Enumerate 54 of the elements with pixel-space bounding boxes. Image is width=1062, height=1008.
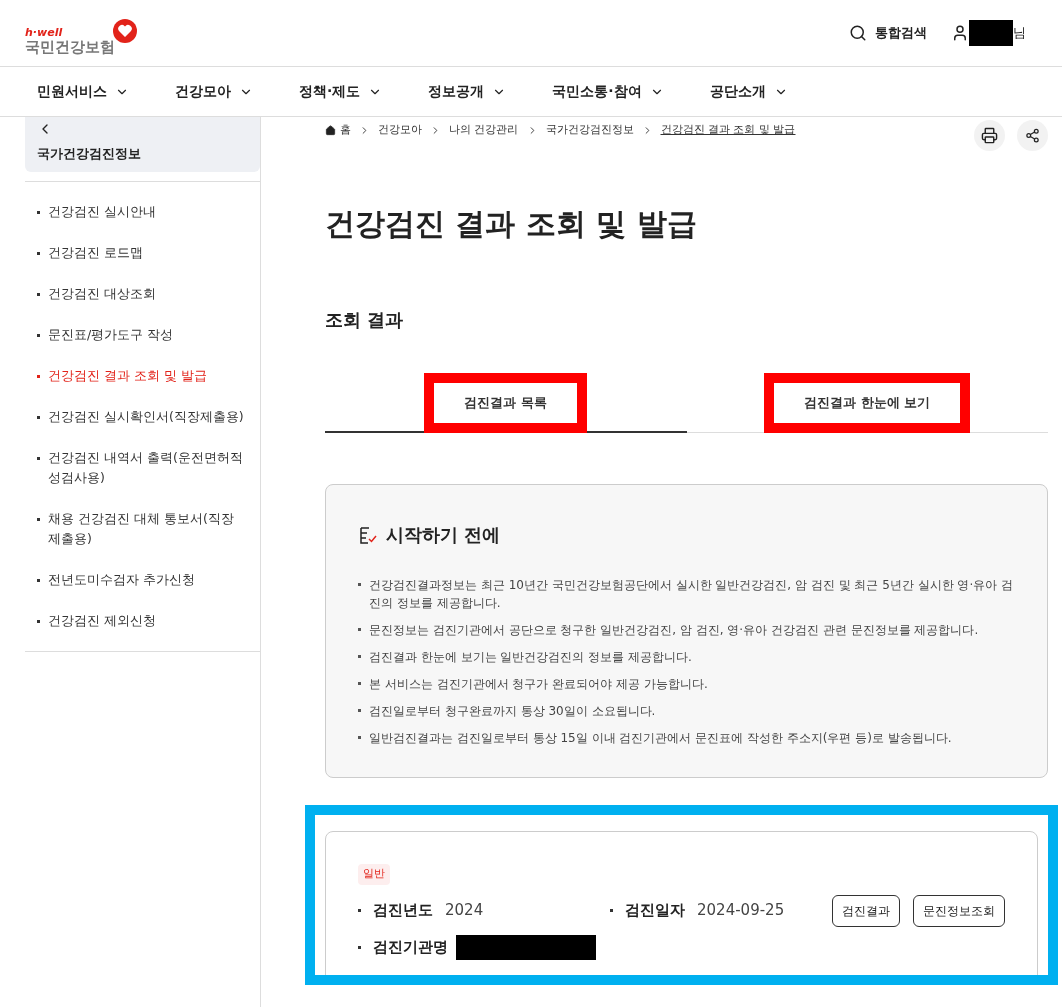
share-button[interactable] bbox=[1017, 120, 1048, 151]
nav-menu-item[interactable]: 국민소통·참여 bbox=[552, 81, 664, 102]
field-label: 검진년도 bbox=[373, 900, 433, 922]
sidebar-item[interactable]: 건강검진 내역서 출력(운전면허적성검사용) bbox=[25, 448, 260, 488]
sidebar-item[interactable]: 전년도미수검자 추가신청 bbox=[25, 570, 260, 590]
sidebar-item[interactable]: 건강검진 실시안내 bbox=[25, 202, 260, 222]
section-title: 조회 결과 bbox=[325, 308, 405, 332]
notice-text: 문진정보는 검진기관에서 공단으로 청구한 일반건강검진, 암 검진, 영·유아 건강검진 관련 문진정보를 제공합니다. bbox=[358, 621, 1015, 639]
search-button[interactable]: 통합검색 bbox=[849, 23, 927, 43]
notice-text: 본 서비스는 검진기관에서 청구가 완료되어야 제공 가능합니다. bbox=[358, 675, 1015, 693]
field-label: 검진일자 bbox=[625, 900, 685, 922]
bullet-icon bbox=[358, 945, 361, 949]
result-button[interactable]: 검진결과 bbox=[832, 894, 900, 927]
bullet-icon bbox=[610, 909, 613, 912]
logo[interactable]: h·well 국민건강보험 bbox=[25, 11, 137, 55]
sidebar-item[interactable]: 건강검진 제외신청 bbox=[25, 611, 260, 631]
notice-text: 검진결과 한눈에 보기는 일반건강검진의 정보를 제공합니다. bbox=[358, 648, 1015, 666]
sidebar-item[interactable]: 건강검진 대상조회 bbox=[25, 284, 260, 304]
sidebar-item[interactable]: 건강검진 실시확인서(직장제출용) bbox=[25, 407, 260, 427]
user-icon bbox=[951, 24, 969, 42]
breadcrumb-link[interactable]: 국가건강검진정보 bbox=[545, 122, 634, 139]
nav-menu-item[interactable]: 건강모아 bbox=[175, 81, 253, 102]
user-menu[interactable]: 님 bbox=[951, 20, 1026, 46]
sidebar-item[interactable]: 채용 건강검진 대체 통보서(직장제출용) bbox=[25, 509, 260, 549]
category-tag: 일반 bbox=[358, 864, 390, 885]
page-title: 건강검진 결과 조회 및 발급 bbox=[325, 205, 698, 243]
sidebar-item[interactable]: 건강검진 로드맵 bbox=[25, 243, 260, 263]
field-value: 2024 bbox=[445, 900, 484, 922]
field-value: 2024-09-25 bbox=[697, 900, 785, 922]
printer-icon bbox=[981, 127, 998, 144]
tab[interactable]: 검진결과 목록 bbox=[325, 373, 687, 433]
nav-menu-item[interactable]: 정보공개 bbox=[428, 81, 507, 102]
breadcrumb-link[interactable]: 나의 건강관리 bbox=[449, 122, 519, 139]
field-label: 검진기관명 bbox=[373, 936, 448, 958]
sidebar-item[interactable]: 건강검진 결과 조회 및 발급 bbox=[25, 366, 260, 386]
nav-menu-item[interactable]: 민원서비스 bbox=[37, 81, 129, 102]
nav-menu-item[interactable]: 정책·제도 bbox=[299, 81, 383, 102]
checklist-icon bbox=[358, 524, 378, 545]
search-icon bbox=[849, 24, 867, 42]
print-button[interactable] bbox=[974, 120, 1005, 151]
result-button[interactable]: 문진정보조회 bbox=[913, 894, 1005, 927]
breadcrumb-link[interactable]: 건강모아 bbox=[378, 122, 422, 139]
notice-text: 검진일로부터 청구완료까지 통상 30일이 소요됩니다. bbox=[358, 702, 1015, 720]
bullet-icon bbox=[358, 909, 361, 912]
sidebar-item[interactable]: 문진표/평가도구 작성 bbox=[25, 325, 260, 345]
breadcrumb-link[interactable]: 건강검진 결과 조회 및 발급 bbox=[660, 122, 796, 139]
notice-text: 건강검진결과정보는 최근 10년간 국민건강보험공단에서 실시한 일반건강검진, 암 검진 및 최근 5년간 실시한 영·유아 검진의 정보를 제공합니다. bbox=[358, 576, 1015, 612]
sidebar-title: 국가건강검진정보 bbox=[37, 145, 142, 163]
notice-title: 시작하기 전에 bbox=[386, 523, 501, 547]
home-icon bbox=[325, 124, 336, 136]
notice-text: 일반검진결과는 검진일로부터 통상 15일 이내 검진기관에서 문진표에 작성한 주소지(우편 등)로 발송됩니다. bbox=[358, 729, 1015, 747]
share-icon bbox=[1025, 128, 1040, 143]
nav-menu-item[interactable]: 공단소개 bbox=[709, 81, 788, 102]
breadcrumb-link[interactable]: 홈 bbox=[325, 122, 351, 139]
